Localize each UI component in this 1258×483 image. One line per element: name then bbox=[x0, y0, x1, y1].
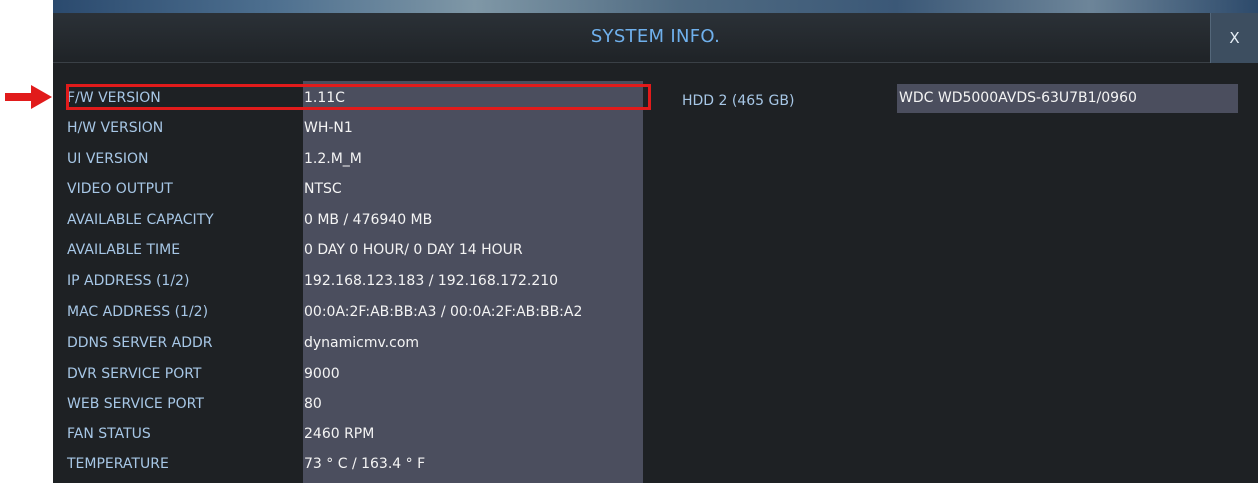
dialog-titlebar: SYSTEM INFO. X bbox=[53, 13, 1258, 63]
info-value: 9000 bbox=[304, 366, 340, 382]
info-value: 0 DAY 0 HOUR/ 0 DAY 14 HOUR bbox=[304, 242, 523, 258]
info-row-fan-status: FAN STATUS 2460 RPM bbox=[53, 420, 653, 449]
info-row-ip-address: IP ADDRESS (1/2) 192.168.123.183 / 192.1… bbox=[53, 267, 653, 296]
info-row-dvr-service-port: DVR SERVICE PORT 9000 bbox=[53, 360, 653, 389]
info-label: UI VERSION bbox=[67, 151, 149, 167]
info-label: TEMPERATURE bbox=[67, 456, 169, 472]
info-row-ddns-server: DDNS SERVER ADDR dynamicmv.com bbox=[53, 329, 653, 358]
info-value: 00:0A:2F:AB:BB:A3 / 00:0A:2F:AB:BB:A2 bbox=[304, 304, 583, 320]
info-label: FAN STATUS bbox=[67, 426, 151, 442]
info-value: 192.168.123.183 / 192.168.172.210 bbox=[304, 273, 559, 289]
info-row-available-time: AVAILABLE TIME 0 DAY 0 HOUR/ 0 DAY 14 HO… bbox=[53, 236, 653, 265]
info-label: DVR SERVICE PORT bbox=[67, 366, 202, 382]
info-label: AVAILABLE CAPACITY bbox=[67, 212, 214, 228]
info-value: dynamicmv.com bbox=[304, 335, 420, 351]
background-strip bbox=[53, 0, 1258, 13]
info-value: 2460 RPM bbox=[304, 426, 375, 442]
info-row-video-output: VIDEO OUTPUT NTSC bbox=[53, 175, 653, 204]
hdd-value: WDC WD5000AVDS-63U7B1/0960 bbox=[899, 90, 1137, 106]
fw-version-highlight-box bbox=[66, 84, 651, 110]
hdd-label: HDD 2 (465 GB) bbox=[682, 93, 795, 109]
dialog-title: SYSTEM INFO. bbox=[590, 26, 721, 47]
right-arrow-icon bbox=[5, 85, 52, 109]
info-value: 73 ° C / 163.4 ° F bbox=[304, 456, 426, 472]
hdd-value-box: WDC WD5000AVDS-63U7B1/0960 bbox=[897, 84, 1238, 113]
info-label: H/W VERSION bbox=[67, 120, 164, 136]
info-row-available-capacity: AVAILABLE CAPACITY 0 MB / 476940 MB bbox=[53, 206, 653, 235]
close-button[interactable]: X bbox=[1210, 13, 1258, 63]
info-row-hw-version: H/W VERSION WH-N1 bbox=[53, 114, 653, 143]
info-label: AVAILABLE TIME bbox=[67, 242, 181, 258]
info-row-temperature: TEMPERATURE 73 ° C / 163.4 ° F bbox=[53, 450, 653, 479]
info-value: WH-N1 bbox=[304, 120, 353, 136]
info-label: WEB SERVICE PORT bbox=[67, 396, 204, 412]
info-label: IP ADDRESS (1/2) bbox=[67, 273, 190, 289]
info-label: VIDEO OUTPUT bbox=[67, 181, 173, 197]
info-label: DDNS SERVER ADDR bbox=[67, 335, 213, 351]
info-row-mac-address: MAC ADDRESS (1/2) 00:0A:2F:AB:BB:A3 / 00… bbox=[53, 298, 653, 327]
info-value: 1.2.M_M bbox=[304, 151, 362, 167]
info-label: MAC ADDRESS (1/2) bbox=[67, 304, 209, 320]
info-value: 80 bbox=[304, 396, 322, 412]
info-row-web-service-port: WEB SERVICE PORT 80 bbox=[53, 390, 653, 419]
info-value: NTSC bbox=[304, 181, 342, 197]
info-value: 0 MB / 476940 MB bbox=[304, 212, 433, 228]
info-row-ui-version: UI VERSION 1.2.M_M bbox=[53, 145, 653, 174]
